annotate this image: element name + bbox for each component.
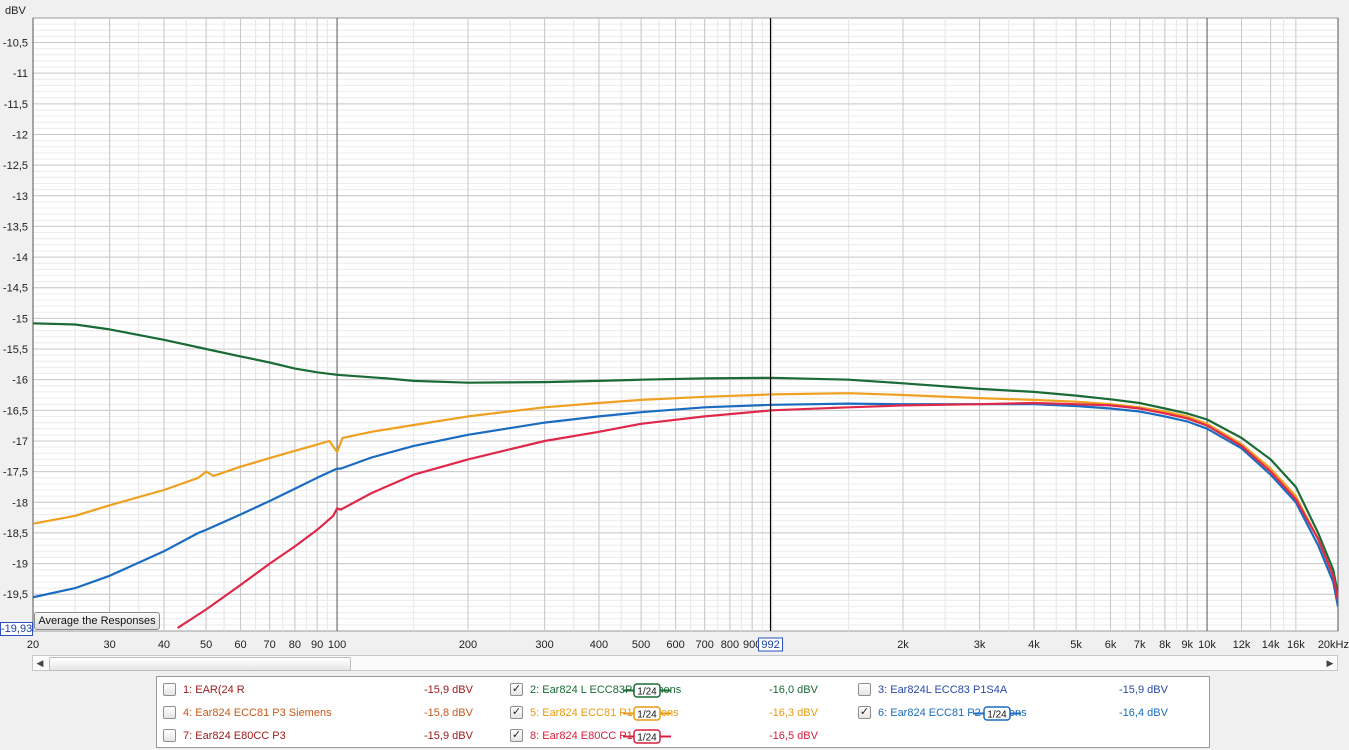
cursor-y-readout: -19,93	[0, 622, 33, 636]
x-tick-label: 4k	[1028, 639, 1040, 651]
checked-checkbox[interactable]: ✓	[510, 706, 523, 719]
x-tick-label: 5k	[1070, 639, 1082, 651]
y-tick-label: -12	[12, 129, 28, 141]
y-axis-label: dBV	[5, 5, 26, 17]
unchecked-checkbox[interactable]	[163, 729, 176, 742]
legend-entry[interactable]: ✓ 8: Ear824 E80CC P1 -16,5 dBV 1/24	[510, 727, 850, 747]
y-tick-label: -16	[12, 375, 28, 387]
smoothing-label: 1/24	[637, 687, 657, 698]
legend-entry-value: -15,8 dBV	[424, 707, 473, 719]
y-tick-label: -14,5	[3, 283, 28, 295]
y-tick-label: -19,5	[3, 589, 28, 601]
x-tick-label: 14k	[1262, 639, 1280, 651]
legend-entry-name: 3: Ear824L ECC83 P1S4A	[878, 684, 1008, 696]
legend-entry-value: -16,4 dBV	[1119, 707, 1168, 719]
legend-entry[interactable]: ✓ 6: Ear824 ECC81 P2 Siemens -16,4 dBV 1/24	[858, 704, 1198, 724]
x-tick-label: 400	[590, 639, 608, 651]
legend-entry-name: 4: Ear824 ECC81 P3 Siemens	[183, 707, 332, 719]
average-responses-button[interactable]: Average the Responses	[34, 612, 160, 630]
x-tick-label: 3k	[974, 639, 986, 651]
x-tick-label: 600	[666, 639, 684, 651]
x-tick-label: 10k	[1198, 639, 1216, 651]
legend-entry[interactable]: 1: EAR(24 R -15,9 dBV	[163, 681, 503, 701]
unchecked-checkbox[interactable]	[163, 706, 176, 719]
legend-entry[interactable]: ✓ 2: Ear824 L ECC83P1Siemens -16,0 dBV 1/24	[510, 681, 850, 701]
y-tick-label: -15,5	[3, 344, 28, 356]
x-tick-label: 700	[695, 639, 713, 651]
y-tick-label: -15	[12, 313, 28, 325]
x-tick-label: 60	[234, 639, 246, 651]
x-tick-label: 50	[200, 639, 212, 651]
legend-entry[interactable]: ✓ 5: Ear824 ECC81 P1 Siemens -16,3 dBV 1/24	[510, 704, 850, 724]
smoothing-icon[interactable]: 1/24	[623, 683, 671, 698]
legend-entry[interactable]: 7: Ear824 E80CC P3 -15,9 dBV	[163, 727, 503, 747]
x-tick-label: 9k	[1181, 639, 1193, 651]
legend-entry-value: -15,9 dBV	[424, 684, 473, 696]
unchecked-checkbox[interactable]	[858, 683, 871, 696]
checked-checkbox[interactable]: ✓	[510, 729, 523, 742]
y-tick-label: -17,5	[3, 467, 28, 479]
y-tick-label: -10,5	[3, 38, 28, 50]
legend-entry-name: 7: Ear824 E80CC P3	[183, 730, 286, 742]
y-tick-label: -14	[12, 252, 28, 264]
legend-entry-value: -15,9 dBV	[1119, 684, 1168, 696]
x-tick-label: 12k	[1233, 639, 1251, 651]
frequency-response-chart[interactable]: -10,5 -11 -11,5 -12 -12,5 -13 -13,5 -14 -14,5 -15…	[0, 0, 1349, 655]
x-tick-label: 80	[289, 639, 301, 651]
x-tick-label: 800	[721, 639, 739, 651]
x-tick-label: 2k	[897, 639, 909, 651]
legend-entry-value: -15,9 dBV	[424, 730, 473, 742]
y-tick-label: -18,5	[3, 528, 28, 540]
unchecked-checkbox[interactable]	[163, 683, 176, 696]
y-tick-label: -11,5	[4, 99, 28, 111]
x-tick-label: 30	[103, 639, 115, 651]
x-tick-label: 100	[328, 639, 346, 651]
y-tick-label: -13,5	[3, 221, 28, 233]
checked-checkbox[interactable]: ✓	[510, 683, 523, 696]
y-tick-label: -18	[12, 497, 28, 509]
legend-entry-value: -16,3 dBV	[769, 707, 818, 719]
y-tick-label: -19	[12, 559, 28, 571]
y-tick-label: -12,5	[3, 160, 28, 172]
horizontal-scrollbar[interactable]: ◀ ▶	[32, 655, 1338, 671]
scrollbar-thumb[interactable]	[49, 657, 351, 671]
x-tick-label: 200	[459, 639, 477, 651]
x-tick-label: 6k	[1105, 639, 1117, 651]
legend-entry-name: 1: EAR(24 R	[183, 684, 245, 696]
y-tick-label: -11	[13, 68, 28, 80]
x-tick-label: 40	[158, 639, 170, 651]
smoothing-icon[interactable]: 1/24	[623, 729, 671, 744]
smoothing-icon[interactable]: 1/24	[623, 706, 671, 721]
x-tick-label: 500	[632, 639, 650, 651]
smoothing-label: 1/24	[987, 710, 1007, 721]
legend-entry-value: -16,0 dBV	[769, 684, 818, 696]
x-tick-label: 90	[311, 639, 323, 651]
legend-entry[interactable]: 4: Ear824 ECC81 P3 Siemens -15,8 dBV	[163, 704, 503, 724]
x-tick-label: 7k	[1134, 639, 1146, 651]
x-tick-label: 20	[27, 639, 39, 651]
measurement-legend: 1: EAR(24 R -15,9 dBV ✓ 2: Ear824 L ECC83P1…	[156, 676, 1210, 748]
x-tick-label: 20kHz	[1318, 639, 1349, 651]
y-tick-label: -16,5	[3, 405, 28, 417]
legend-entry-name: 8: Ear824 E80CC P1	[530, 730, 633, 742]
cursor-x-readout: 992	[761, 639, 779, 651]
y-tick-label: -17	[12, 436, 28, 448]
scroll-left-arrow-icon[interactable]: ◀	[33, 656, 47, 670]
smoothing-icon[interactable]: 1/24	[973, 706, 1021, 721]
legend-entry[interactable]: 3: Ear824L ECC83 P1S4A -15,9 dBV	[858, 681, 1198, 701]
checked-checkbox[interactable]: ✓	[858, 706, 871, 719]
legend-entry-value: -16,5 dBV	[769, 730, 818, 742]
smoothing-label: 1/24	[637, 710, 657, 721]
x-tick-label: 70	[264, 639, 276, 651]
y-tick-label: -13	[12, 191, 28, 203]
x-tick-label: 16k	[1287, 639, 1305, 651]
x-tick-label: 8k	[1159, 639, 1171, 651]
scroll-right-arrow-icon[interactable]: ▶	[1323, 656, 1337, 670]
smoothing-label: 1/24	[637, 733, 657, 744]
x-tick-label: 300	[535, 639, 553, 651]
